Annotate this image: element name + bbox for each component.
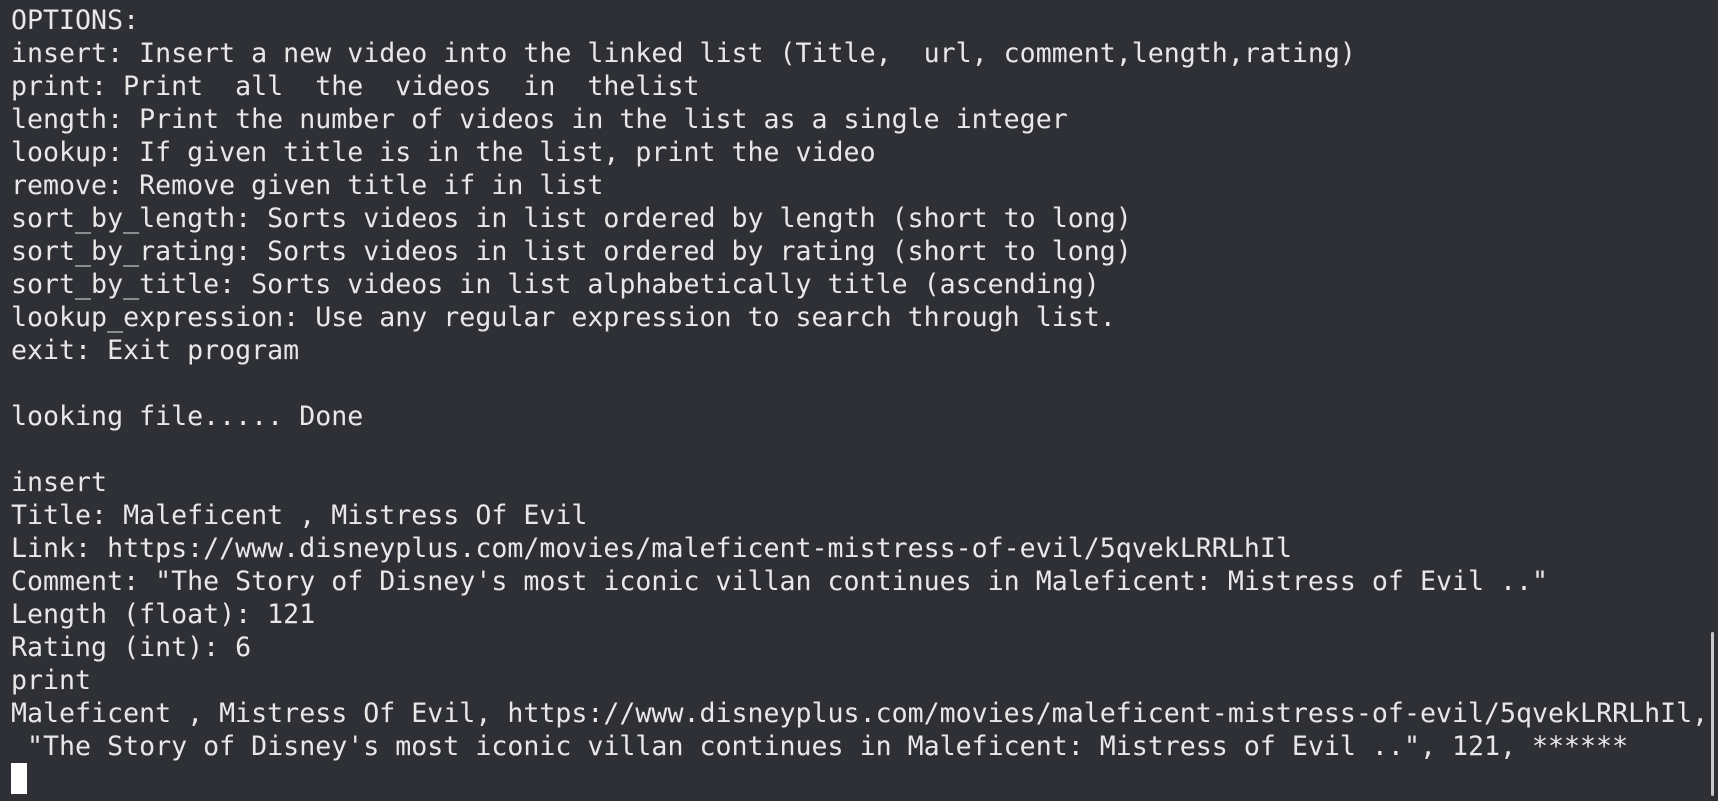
terminal-line: Length (float): 121 <box>11 599 316 630</box>
terminal-line: Link: https://www.disneyplus.com/movies/… <box>11 533 1292 564</box>
terminal-line: "The Story of Disney's most iconic villa… <box>11 731 1629 762</box>
terminal-window[interactable]: OPTIONS: insert: Insert a new video into… <box>0 0 1718 801</box>
terminal-line: print: Print all the videos in thelist <box>11 71 700 102</box>
terminal-line: OPTIONS: <box>11 5 140 36</box>
terminal-line: Title: Maleficent , Mistress Of Evil <box>11 500 588 531</box>
terminal-line: exit: Exit program <box>11 335 300 366</box>
terminal-line: Maleficent , Mistress Of Evil, https://w… <box>11 698 1709 729</box>
terminal-line: looking file..... Done <box>11 401 364 432</box>
terminal-line: lookup: If given title is in the list, p… <box>11 137 876 168</box>
terminal-line: Comment: "The Story of Disney's most ico… <box>11 566 1549 597</box>
terminal-line: lookup_expression: Use any regular expre… <box>11 302 1116 333</box>
terminal-line: insert <box>11 467 108 498</box>
terminal-line: sort_by_title: Sorts videos in list alph… <box>11 269 1100 300</box>
terminal-line: insert: Insert a new video into the link… <box>11 38 1356 69</box>
terminal-line: sort_by_length: Sorts videos in list ord… <box>11 203 1132 234</box>
terminal-line: print <box>11 665 92 696</box>
vertical-scrollbar[interactable] <box>1704 0 1718 801</box>
text-cursor[interactable] <box>11 763 27 794</box>
terminal-output: OPTIONS: insert: Insert a new video into… <box>11 4 1708 796</box>
terminal-input-line[interactable] <box>11 763 1708 796</box>
terminal-line: sort_by_rating: Sorts videos in list ord… <box>11 236 1132 267</box>
scrollbar-thumb[interactable] <box>1711 632 1714 796</box>
terminal-line: remove: Remove given title if in list <box>11 170 604 201</box>
terminal-line: length: Print the number of videos in th… <box>11 104 1068 135</box>
terminal-line: Rating (int): 6 <box>11 632 252 663</box>
